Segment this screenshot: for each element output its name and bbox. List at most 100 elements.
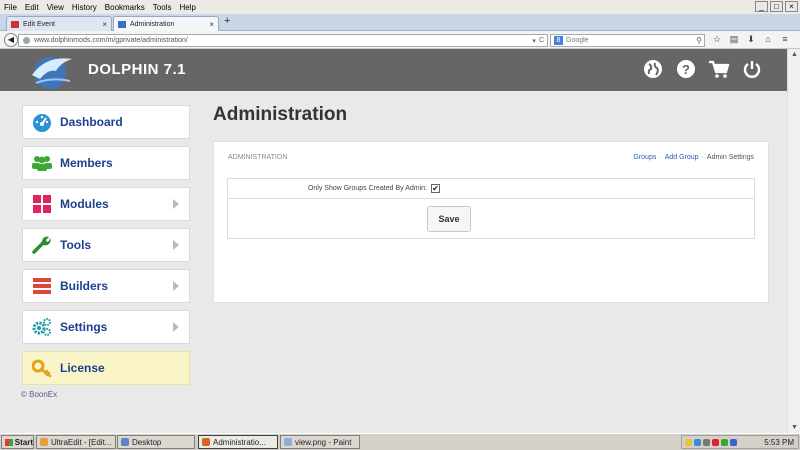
svg-text:?: ?: [682, 62, 690, 77]
sidebar-item-label: Dashboard: [60, 115, 123, 129]
settings-icon: [32, 317, 52, 337]
save-button[interactable]: Save: [427, 206, 471, 232]
sidebar-item-settings[interactable]: Settings: [22, 310, 190, 344]
sidebar-item-builders[interactable]: Builders: [22, 269, 190, 303]
tray-app-icon[interactable]: [694, 438, 701, 446]
bookmarks-list-icon[interactable]: ▤: [727, 34, 741, 45]
task-label: Desktop: [132, 437, 162, 447]
search-icon[interactable]: ⚲: [696, 36, 702, 45]
brand-name: DOLPHIN 7.1: [88, 61, 187, 78]
tab-edit-event[interactable]: Edit Event ×: [6, 16, 112, 31]
home-icon[interactable]: ⌂: [761, 34, 775, 45]
menu-bookmarks[interactable]: Bookmarks: [105, 3, 145, 12]
scroll-up-icon[interactable]: ▲: [789, 49, 800, 60]
close-window-button[interactable]: ×: [785, 1, 798, 12]
minimize-button[interactable]: _: [755, 1, 768, 12]
taskbar-item-paint[interactable]: view.png - Paint: [280, 435, 360, 449]
page-title: Administration: [213, 104, 348, 125]
wrench-icon: [32, 235, 52, 255]
menu-edit[interactable]: Edit: [25, 3, 39, 12]
firefox-icon: [202, 438, 210, 446]
sidebar-item-tools[interactable]: Tools: [22, 228, 190, 262]
help-icon[interactable]: ?: [675, 58, 697, 80]
sidebar-item-dashboard[interactable]: Dashboard: [22, 105, 190, 139]
taskbar-item-browser[interactable]: Administratio...: [198, 435, 278, 449]
menu-file[interactable]: File: [4, 3, 17, 12]
browser-menubar: File Edit View History Bookmarks Tools H…: [0, 0, 800, 14]
search-placeholder: Google: [566, 37, 589, 44]
members-icon: [32, 153, 52, 173]
panel-links: Groups · Add Group · Admin Settings: [633, 154, 754, 161]
sidebar-item-label: Builders: [60, 279, 109, 293]
page-scrollbar[interactable]: ▲ ▼: [787, 49, 800, 433]
start-label: Start: [14, 437, 33, 447]
site-identity-icon[interactable]: [23, 37, 30, 44]
chevron-right-icon: [173, 199, 179, 209]
tray-red-icon[interactable]: [712, 438, 719, 446]
modules-icon: [32, 194, 52, 214]
search-bar[interactable]: 8 Google ⚲: [550, 34, 705, 47]
sidebar-item-modules[interactable]: Modules: [22, 187, 190, 221]
window-controls: _ □ ×: [753, 1, 798, 12]
form-row: Only Show Groups Created By Admin: ✔: [228, 179, 754, 199]
sidebar-item-label: Members: [60, 156, 113, 170]
panel-title: ADMINISTRATION: [228, 154, 288, 161]
menu-help[interactable]: Help: [179, 3, 195, 12]
paint-icon: [284, 438, 292, 446]
site-header: DOLPHIN 7.1 ?: [0, 49, 787, 91]
key-icon: [32, 358, 52, 378]
back-button[interactable]: ◀: [4, 33, 18, 47]
add-group-link[interactable]: Add Group: [665, 154, 699, 161]
builders-icon: [32, 276, 52, 296]
page-viewport: DOLPHIN 7.1 ? Dashboard Members Modules …: [0, 49, 787, 433]
tab-strip: Edit Event × Administration × +: [0, 14, 800, 31]
sidebar-item-label: Modules: [60, 197, 109, 211]
address-bar[interactable]: www.dolphinmods.com/m/gprivate/administr…: [18, 34, 548, 47]
sidebar-item-members[interactable]: Members: [22, 146, 190, 180]
task-label: view.png - Paint: [295, 437, 352, 447]
menu-tools[interactable]: Tools: [153, 3, 172, 12]
sidebar-item-label: Tools: [60, 238, 92, 252]
dolphin-logo-icon[interactable]: [26, 51, 78, 89]
dashboard-icon: [32, 112, 52, 132]
dropdown-arrow-icon[interactable]: ▾: [532, 37, 536, 45]
groups-link[interactable]: Groups: [633, 154, 656, 161]
maximize-button[interactable]: □: [770, 1, 783, 12]
tab-administration[interactable]: Administration ×: [113, 16, 219, 31]
admin-settings-current: Admin Settings: [706, 154, 754, 161]
close-tab-icon[interactable]: ×: [209, 20, 214, 29]
copyright-link[interactable]: © BoonEx: [21, 390, 57, 399]
start-button[interactable]: Start: [1, 435, 34, 449]
scroll-down-icon[interactable]: ▼: [789, 422, 800, 433]
sidebar-item-label: Settings: [60, 320, 108, 334]
sidebar-item-license[interactable]: License: [22, 351, 190, 385]
cart-icon[interactable]: [708, 58, 730, 80]
google-icon[interactable]: 8: [554, 36, 563, 45]
menu-history[interactable]: History: [72, 3, 97, 12]
power-icon[interactable]: [741, 58, 763, 80]
close-tab-icon[interactable]: ×: [102, 20, 107, 29]
system-tray: 5:53 PM: [681, 435, 799, 449]
only-admin-groups-checkbox[interactable]: ✔: [431, 184, 440, 193]
desktop-icon: [121, 438, 129, 446]
menu-icon[interactable]: ≡: [778, 34, 792, 45]
taskbar-item-desktop[interactable]: Desktop: [117, 435, 195, 449]
chevron-right-icon: [173, 281, 179, 291]
tray-green-icon[interactable]: [721, 438, 728, 446]
task-label: Administratio...: [213, 437, 266, 447]
downloads-icon[interactable]: ⬇: [744, 34, 758, 45]
volume-icon[interactable]: [703, 438, 710, 446]
globe-icon[interactable]: [642, 58, 664, 80]
bookmark-star-icon[interactable]: ☆: [710, 34, 724, 45]
menu-view[interactable]: View: [47, 3, 64, 12]
tray-help-icon[interactable]: [685, 438, 692, 446]
sidebar-item-label: License: [60, 361, 105, 375]
clock: 5:53 PM: [764, 437, 794, 447]
new-tab-button[interactable]: +: [224, 15, 230, 27]
option-label: Only Show Groups Created By Admin:: [307, 185, 427, 192]
taskbar-item-ultraedit[interactable]: UltraEdit - [Edit...: [36, 435, 116, 449]
ultraedit-icon: [40, 438, 48, 446]
reload-icon[interactable]: C: [539, 37, 544, 44]
network-icon[interactable]: [730, 438, 737, 446]
windows-logo-icon: [5, 438, 13, 446]
